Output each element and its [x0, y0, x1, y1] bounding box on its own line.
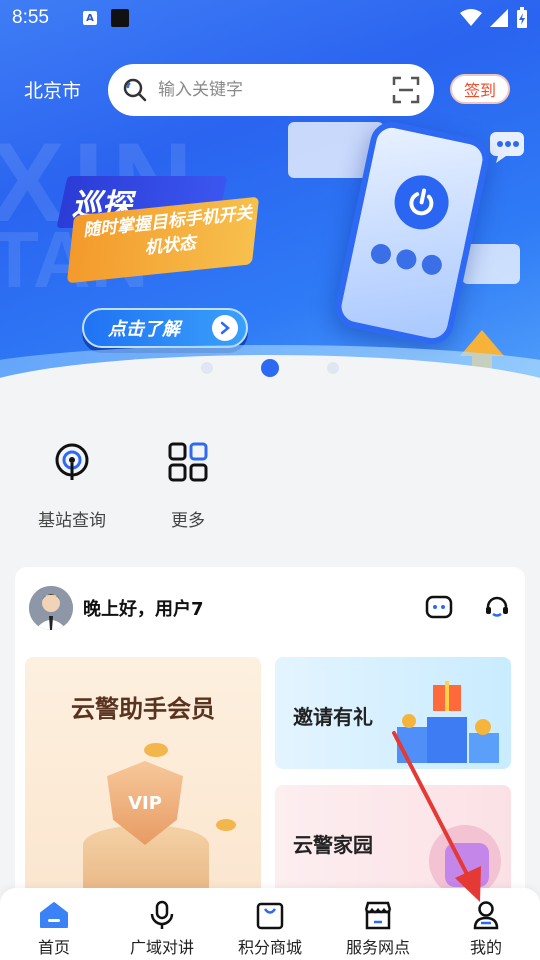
- home-title: 云警家园: [293, 833, 373, 857]
- floating-card-decor: [462, 244, 520, 284]
- status-time: 8:55: [12, 7, 49, 28]
- coin-decor-icon: [216, 819, 236, 831]
- battery-icon: [517, 7, 527, 28]
- quick-action-label: 更多: [171, 511, 205, 531]
- learn-more-button[interactable]: 点击了解: [82, 308, 248, 348]
- customer-service-icon[interactable]: [483, 594, 511, 622]
- carousel-dot-3[interactable]: [327, 362, 339, 374]
- carousel-indicator[interactable]: [0, 359, 540, 377]
- chat-bubble-decor-icon: [490, 132, 524, 163]
- power-icon: [389, 170, 454, 235]
- quick-actions: 基站查询 更多: [34, 440, 226, 531]
- search-bar[interactable]: [108, 64, 434, 116]
- notification-a-icon: A: [82, 11, 97, 25]
- phone-dots-decor: [369, 242, 444, 277]
- sign-in-button[interactable]: 签到: [450, 74, 510, 104]
- scan-icon[interactable]: [392, 76, 420, 104]
- nav-label: 服务网点: [345, 938, 410, 957]
- status-bar: 8:55 A: [0, 0, 540, 36]
- city-selector[interactable]: 北京市: [24, 76, 81, 103]
- signal-icon: [490, 9, 508, 27]
- grid-more-icon: [168, 440, 208, 484]
- vip-membership-tile[interactable]: 云警助手会员 VIP: [25, 657, 261, 897]
- store-icon: [363, 900, 393, 930]
- quick-action-more[interactable]: 更多: [150, 440, 226, 531]
- shopping-bag-icon: [256, 900, 284, 930]
- quick-action-base-station[interactable]: 基站查询: [34, 440, 110, 531]
- notification-square-icon: [110, 9, 129, 27]
- wifi-icon: [460, 9, 482, 26]
- coin-decor-icon: [144, 743, 168, 757]
- bottom-navigation: 首页 广域对讲 积分商城 服务网点 我的: [0, 888, 540, 960]
- nav-wide-area-intercom[interactable]: 广域对讲: [108, 888, 216, 960]
- carousel-dot-1[interactable]: [201, 362, 213, 374]
- message-icon[interactable]: [425, 594, 453, 622]
- home-icon: [39, 900, 69, 930]
- vip-title: 云警助手会员: [71, 695, 215, 723]
- invite-reward-tile[interactable]: 邀请有礼: [275, 657, 511, 769]
- avatar[interactable]: [29, 586, 73, 630]
- home-decor-icon: [429, 825, 501, 897]
- chevron-right-icon: [212, 315, 238, 341]
- nav-mine[interactable]: 我的: [432, 888, 540, 960]
- nav-label: 广域对讲: [129, 938, 194, 957]
- learn-more-label: 点击了解: [108, 319, 180, 340]
- nav-points-mall[interactable]: 积分商城: [216, 888, 324, 960]
- nav-service-outlets[interactable]: 服务网点: [324, 888, 432, 960]
- user-icon: [472, 900, 500, 930]
- nav-label: 首页: [37, 938, 70, 957]
- invite-title: 邀请有礼: [293, 705, 373, 729]
- search-input[interactable]: [158, 80, 378, 100]
- nav-label: 积分商城: [237, 938, 302, 957]
- nav-label: 我的: [469, 938, 502, 957]
- promo-banner[interactable]: XIN TAN 巡探 随时掌握目标手机开关机状态 点击了解: [0, 0, 540, 405]
- member-card: 晚上好，用户7 云警助手会员 VIP 邀请有礼 云警家园: [15, 567, 525, 907]
- greeting-text: 晚上好，用户7: [83, 599, 204, 620]
- quick-action-label: 基站查询: [38, 511, 106, 531]
- yunjing-home-tile[interactable]: 云警家园: [275, 785, 511, 897]
- search-icon: [123, 78, 147, 102]
- greeting-row: 晚上好，用户7: [29, 585, 511, 631]
- gift-buildings-decor-icon: [397, 681, 499, 763]
- nav-home[interactable]: 首页: [0, 888, 108, 960]
- microphone-icon: [149, 900, 175, 930]
- carousel-dot-2[interactable]: [261, 359, 279, 377]
- antenna-icon: [52, 440, 92, 484]
